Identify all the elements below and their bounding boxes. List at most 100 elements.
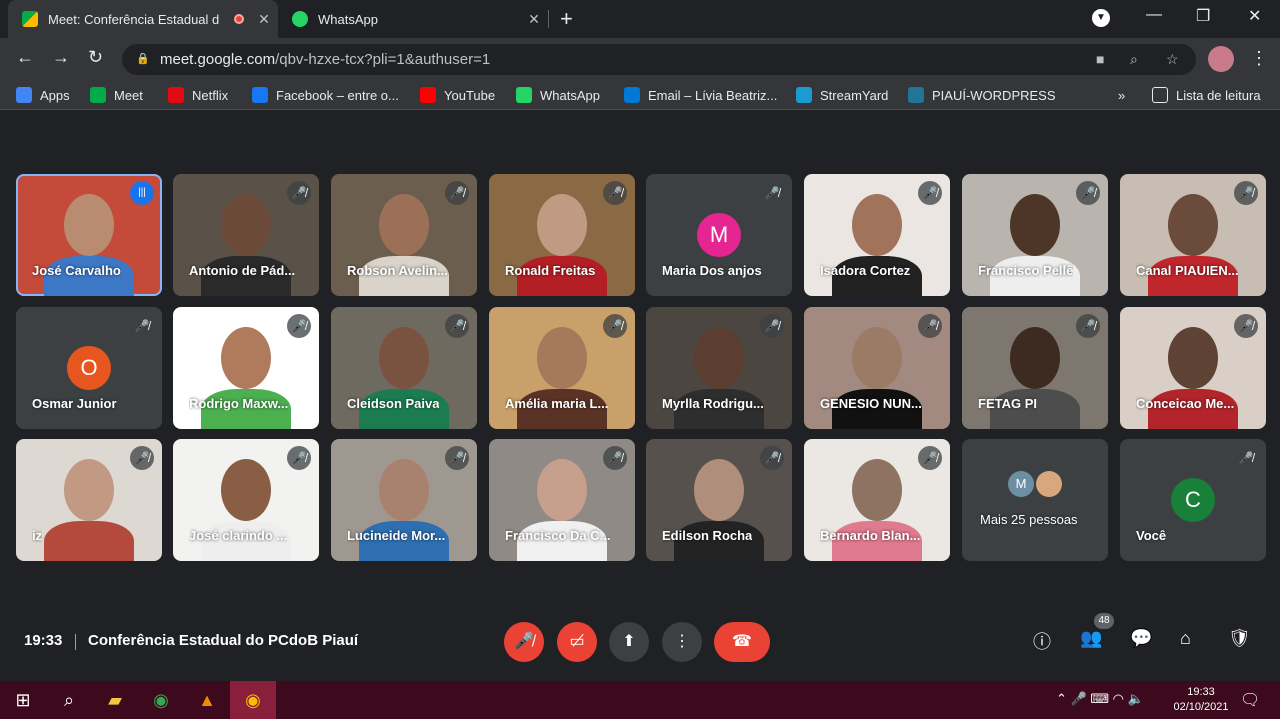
camera-indicator-icon[interactable]: ■ <box>1096 44 1104 75</box>
participant-video-face <box>64 459 114 521</box>
present-screen-button[interactable]: ⬆ <box>609 622 649 662</box>
mic-muted-icon: 🎤̸ <box>1076 314 1100 338</box>
people-icon[interactable]: 👥 <box>1080 628 1102 649</box>
microphone-off-button[interactable]: 🎤̸ <box>504 622 544 662</box>
search-icon[interactable]: ⌕ <box>46 681 92 719</box>
reading-list-button[interactable]: Lista de leitura <box>1152 86 1261 104</box>
participant-tile[interactable]: 🎤̸ Cleidson Paiva <box>331 307 477 429</box>
notification-icon[interactable]: 🗨 <box>1240 690 1260 710</box>
mic-muted-icon: 🎤̸ <box>603 446 627 470</box>
mic-muted-icon: 🎤̸ <box>130 314 154 338</box>
participant-tile[interactable]: 🎤̸ Francisco Pellê <box>962 174 1108 296</box>
participant-tile[interactable]: M Mais 25 pessoas <box>962 439 1108 561</box>
participant-name: Maria Dos anjos <box>662 263 762 278</box>
participant-tile[interactable]: 🎤̸ iz <box>16 439 162 561</box>
chrome-icon[interactable]: ◉ <box>138 681 184 719</box>
activities-icon[interactable]: ⌂ <box>1180 628 1191 649</box>
chrome-active-icon[interactable]: ◉ <box>230 681 276 719</box>
bookmark-meet[interactable]: Meet <box>90 86 143 104</box>
close-tab-icon[interactable]: ✕ <box>520 11 548 28</box>
bookmark-apps-grid[interactable]: Apps <box>16 86 70 104</box>
participant-tile[interactable]: 🎤̸ Rodrigo Maxw... <box>173 307 319 429</box>
participant-avatar: O <box>67 346 111 390</box>
tab-strip: Meet: Conferência Estadual d ✕ WhatsApp … <box>0 0 1280 38</box>
meeting-controls-bar: 19:33 Conferência Estadual do PCdoB Piau… <box>0 610 1280 680</box>
camera-off-button[interactable]: ▭̸ <box>557 622 597 662</box>
participant-tile[interactable]: O 🎤̸ Osmar Junior <box>16 307 162 429</box>
tab-search-icon[interactable]: ▼ <box>1092 9 1110 27</box>
participant-tile[interactable]: ||| José Carvalho <box>16 174 162 296</box>
bookmark-netflix[interactable]: Netflix <box>168 86 228 104</box>
profile-avatar[interactable] <box>1208 46 1234 72</box>
participant-photo-avatar <box>1036 471 1062 497</box>
present-icon: ⬆ <box>622 633 636 650</box>
more-vert-icon: ⋮ <box>674 633 690 650</box>
participant-name: Amélia maria L... <box>505 396 609 411</box>
participant-tile[interactable]: 🎤̸ Isadora Cortez <box>804 174 950 296</box>
close-window-button[interactable]: ✕ <box>1248 6 1261 26</box>
host-controls-icon[interactable]: 🛡 <box>1228 628 1251 649</box>
participant-tile[interactable]: 🎤̸ Bernardo Blan... <box>804 439 950 561</box>
system-tray-icons[interactable]: ⌃ 🎤 ⌨ ◠ 🔈 <box>1056 691 1144 707</box>
participant-tile[interactable]: 🎤̸ Antonio de Pád... <box>173 174 319 296</box>
participant-video-face <box>1168 327 1218 389</box>
reading-list-icon <box>1152 87 1168 103</box>
close-tab-icon[interactable]: ✕ <box>250 11 278 28</box>
file-explorer-icon[interactable]: ▰ <box>92 681 138 719</box>
vlc-icon[interactable]: ▲ <box>184 681 230 719</box>
address-bar[interactable]: 🔒 meet.google.com/qbv-hzxe-tcx?pli=1&aut… <box>122 44 1196 75</box>
mic-muted-icon: 🎤̸ <box>603 314 627 338</box>
more-options-button[interactable]: ⋮ <box>662 622 702 662</box>
participant-tile[interactable]: 🎤̸ FETAG PI <box>962 307 1108 429</box>
minimize-button[interactable]: — <box>1146 6 1162 24</box>
participant-tile[interactable]: 🎤̸ Canal PIAUIEN... <box>1120 174 1266 296</box>
windows-taskbar: ⊞ ⌕ ▰ ◉ ▲ ◉ ⌃ 🎤 ⌨ ◠ 🔈 19:33 02/10/2021 🗨 <box>0 681 1280 719</box>
participant-tile[interactable]: 🎤̸ Lucineide Mor... <box>331 439 477 561</box>
bookmark-streamyard[interactable]: StreamYard <box>796 86 888 104</box>
tab-meet[interactable]: Meet: Conferência Estadual d ✕ <box>8 0 278 38</box>
participant-tile[interactable]: 🎤̸ Edilson Rocha <box>646 439 792 561</box>
participant-tile[interactable]: 🎤̸ Ronald Freitas <box>489 174 635 296</box>
bookmark-outlook[interactable]: Email – Lívia Beatriz... <box>624 86 777 104</box>
streamyard-icon <box>796 87 812 103</box>
participant-tile[interactable]: M 🎤̸ Maria Dos anjos <box>646 174 792 296</box>
participant-tile[interactable]: 🎤̸ Robson Avelin... <box>331 174 477 296</box>
bookmark-star-icon[interactable]: ☆ <box>1166 44 1179 75</box>
tab-whatsapp[interactable]: WhatsApp ✕ <box>280 0 548 38</box>
bookmark-youtube[interactable]: YouTube <box>420 86 495 104</box>
taskbar-time: 19:33 <box>1187 686 1215 698</box>
meeting-info-icon[interactable]: ⓘ <box>1033 628 1051 654</box>
participant-tile[interactable]: 🎤̸ GENESIO NUN... <box>804 307 950 429</box>
speaking-indicator-icon: ||| <box>130 181 154 205</box>
participant-tile[interactable]: 🎤̸ Conceicao Me... <box>1120 307 1266 429</box>
participant-tile[interactable]: 🎤̸ Francisco Da C... <box>489 439 635 561</box>
participant-tile[interactable]: 🎤̸ Myrlla Rodrigu... <box>646 307 792 429</box>
bookmark-label: Apps <box>40 87 70 103</box>
zoom-icon[interactable]: ⌕ <box>1130 44 1138 75</box>
leave-call-button[interactable]: ☎ <box>714 622 770 662</box>
bookmark-wordpress[interactable]: PIAUÍ-WORDPRESS <box>908 86 1056 104</box>
browser-menu-icon[interactable]: ⋮ <box>1250 48 1268 69</box>
forward-arrow-icon[interactable]: → <box>52 47 70 68</box>
reload-icon[interactable]: ↻ <box>88 47 103 68</box>
new-tab-button[interactable]: + <box>560 6 573 32</box>
meet-favicon-icon <box>22 11 38 27</box>
bookmark-facebook[interactable]: Facebook – entre o... <box>252 86 399 104</box>
participant-name: José Carvalho <box>32 263 121 278</box>
participant-tile[interactable]: C 🎤̸ Você <box>1120 439 1266 561</box>
mic-muted-icon: 🎤̸ <box>445 446 469 470</box>
back-arrow-icon[interactable]: ← <box>16 47 34 68</box>
windows-start-icon[interactable]: ⊞ <box>0 681 46 719</box>
participant-name: Lucineide Mor... <box>347 528 446 543</box>
taskbar-clock[interactable]: 19:33 02/10/2021 <box>1170 685 1232 715</box>
bookmarks-overflow-button[interactable]: » <box>1118 86 1125 104</box>
lock-icon: 🔒 <box>136 53 150 65</box>
participant-tile[interactable]: 🎤̸ José clarindo ... <box>173 439 319 561</box>
maximize-button[interactable]: ❐ <box>1196 6 1210 26</box>
participant-video-face <box>852 327 902 389</box>
participant-tile[interactable]: 🎤̸ Amélia maria L... <box>489 307 635 429</box>
mic-muted-icon: 🎤̸ <box>1234 446 1258 470</box>
bookmark-whatsapp[interactable]: WhatsApp <box>516 86 600 104</box>
participant-name: GENESIO NUN... <box>820 396 922 411</box>
chat-icon[interactable]: 💬 <box>1130 628 1152 649</box>
